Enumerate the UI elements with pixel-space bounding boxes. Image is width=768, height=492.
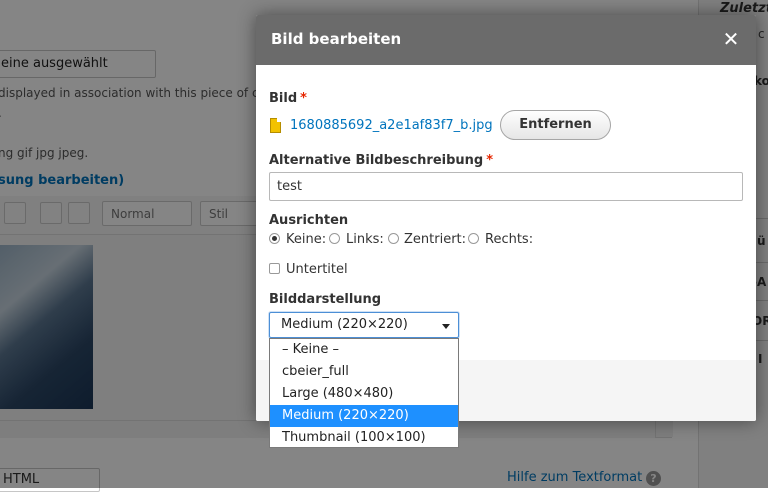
align-right-radio[interactable] xyxy=(468,233,479,244)
image-style-label: Bilddarstellung xyxy=(269,292,382,307)
align-left-radio[interactable] xyxy=(329,233,340,244)
required-mark: * xyxy=(486,153,494,168)
align-right-label: Rechts: xyxy=(485,232,534,247)
file-icon xyxy=(270,118,281,133)
dropdown-option[interactable]: Thumbnail (100×100) xyxy=(270,427,458,449)
chevron-down-icon[interactable] xyxy=(442,324,450,329)
alt-label: Alternative Bildbeschreibung * xyxy=(269,153,493,168)
image-style-dropdown: – Keine – cbeier_full Large (480×480) Me… xyxy=(269,338,459,448)
align-none-radio[interactable] xyxy=(269,233,280,244)
align-label: Ausrichten xyxy=(269,213,349,228)
dialog-title: Bild bearbeiten xyxy=(271,30,402,48)
dropdown-option[interactable]: – Keine – xyxy=(270,339,458,361)
caption-label: Untertitel xyxy=(286,262,348,277)
caption-checkbox[interactable] xyxy=(269,263,280,274)
align-left-label: Links: xyxy=(346,232,384,247)
dropdown-option-selected[interactable]: Medium (220×220) xyxy=(270,405,458,427)
remove-button[interactable]: Entfernen xyxy=(500,110,611,140)
align-none-label: Keine: xyxy=(286,232,327,247)
image-label-text: Bild xyxy=(269,91,298,106)
image-label: Bild * xyxy=(269,91,307,106)
image-style-select[interactable]: Medium (220×220) xyxy=(269,312,459,338)
close-icon[interactable]: ✕ xyxy=(718,26,744,52)
align-center-label: Zentriert: xyxy=(404,232,467,247)
align-center-radio[interactable] xyxy=(388,233,399,244)
dropdown-option[interactable]: Large (480×480) xyxy=(270,383,458,405)
alt-label-text: Alternative Bildbeschreibung xyxy=(269,153,484,168)
required-mark: * xyxy=(300,91,307,106)
file-name-link[interactable]: 1680885692_a2e1af83f7_b.jpg xyxy=(290,118,493,133)
dropdown-option[interactable]: cbeier_full xyxy=(270,361,458,383)
alt-text-input[interactable]: test xyxy=(269,172,743,201)
